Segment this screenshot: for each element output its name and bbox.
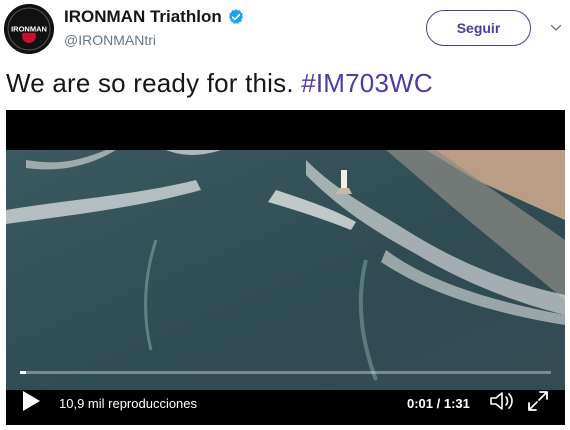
author-display-name[interactable]: IRONMAN Triathlon: [64, 7, 222, 27]
fullscreen-icon[interactable]: [526, 389, 550, 413]
progress-bar[interactable]: [20, 371, 551, 374]
verified-badge-icon: [228, 9, 243, 24]
video-player[interactable]: 10,9 mil reproducciones 0:01 / 1:31: [6, 110, 565, 425]
video-controls: 10,9 mil reproducciones 0:01 / 1:31: [6, 365, 565, 425]
avatar[interactable]: IRONMAN: [4, 4, 54, 54]
video-frame[interactable]: [6, 150, 565, 390]
volume-icon[interactable]: [488, 389, 516, 413]
author-name-row: IRONMAN Triathlon: [64, 7, 245, 27]
tweet-text: We are so ready for this. #IM703WC: [6, 68, 433, 99]
hashtag-link[interactable]: #IM703WC: [301, 68, 433, 98]
svg-text:IRONMAN: IRONMAN: [11, 25, 47, 34]
lighthouse: [341, 170, 347, 188]
tweet-header: IRONMAN IRONMAN Triathlon @IRONMANtri Se…: [0, 0, 570, 60]
play-icon[interactable]: [20, 389, 42, 413]
progress-fill: [20, 371, 27, 374]
tweet-body-text: We are so ready for this.: [6, 68, 302, 98]
chevron-down-icon[interactable]: [550, 22, 562, 34]
time-display: 0:01 / 1:31: [407, 396, 470, 411]
author-handle[interactable]: @IRONMANtri: [64, 32, 156, 48]
view-count: 10,9 mil reproducciones: [59, 396, 198, 411]
ironman-logo-icon: IRONMAN: [4, 4, 54, 54]
follow-button[interactable]: Seguir: [426, 10, 531, 46]
